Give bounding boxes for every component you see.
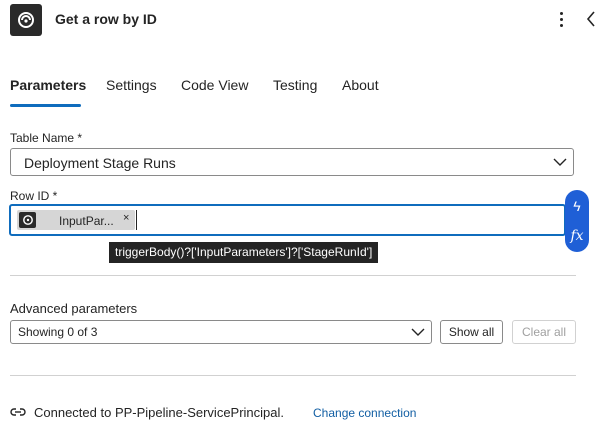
- dataverse-token-icon: [19, 212, 36, 228]
- tab-testing[interactable]: Testing: [273, 77, 317, 93]
- token-label: InputPar...: [59, 214, 114, 228]
- table-name-label: Table Name *: [10, 131, 83, 145]
- lightning-icon[interactable]: ϟ: [565, 194, 589, 218]
- tab-parameters[interactable]: Parameters: [10, 77, 86, 93]
- table-name-value: Deployment Stage Runs: [24, 155, 176, 171]
- expression-tooltip: triggerBody()?['InputParameters']?['Stag…: [109, 242, 379, 263]
- row-id-label: Row ID *: [10, 189, 58, 203]
- token-remove-button[interactable]: ×: [123, 212, 129, 224]
- more-options-button[interactable]: [556, 8, 566, 30]
- dynamic-content-pill: ϟ fx: [565, 190, 589, 252]
- divider: [10, 275, 576, 276]
- advanced-parameters-value: Showing 0 of 3: [18, 325, 98, 339]
- connection-status: Connected to PP-Pipeline-ServicePrincipa…: [34, 405, 285, 420]
- action-title: Get a row by ID: [55, 11, 157, 27]
- clear-all-button[interactable]: Clear all: [512, 320, 576, 344]
- tab-settings[interactable]: Settings: [106, 77, 157, 93]
- chevron-down-icon: [411, 328, 425, 336]
- chevron-left-icon[interactable]: [585, 8, 596, 30]
- tab-code-view[interactable]: Code View: [181, 77, 248, 93]
- text-caret: [136, 210, 137, 230]
- chevron-down-icon: [553, 158, 567, 166]
- advanced-parameters-label: Advanced parameters: [10, 301, 138, 316]
- show-all-button[interactable]: Show all: [440, 320, 503, 344]
- active-tab-indicator: [10, 104, 81, 107]
- divider: [10, 375, 576, 376]
- fx-icon[interactable]: fx: [565, 224, 589, 248]
- dataverse-icon: [10, 4, 42, 36]
- more-vertical-icon: [559, 11, 563, 15]
- tab-about[interactable]: About: [342, 77, 379, 93]
- connection-icon: [10, 408, 26, 416]
- change-connection-link[interactable]: Change connection: [313, 406, 416, 420]
